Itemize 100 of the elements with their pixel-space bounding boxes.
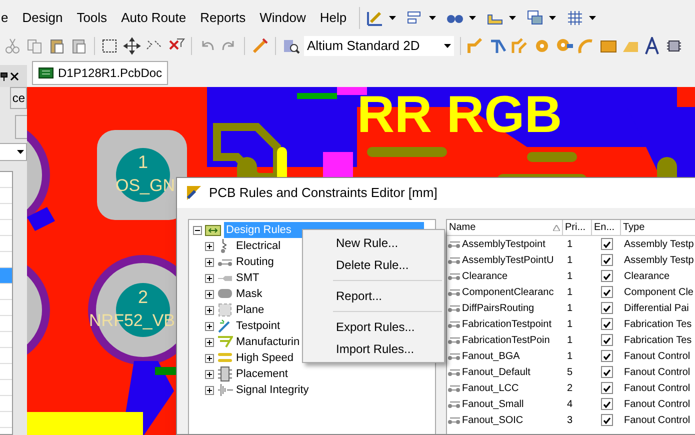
table-cell-text: 1 [566,238,574,252]
selection-rectangle-icon[interactable] [101,37,119,55]
check-icon [602,400,610,408]
table-cell-text: 1 [566,318,574,332]
checkbox[interactable] [600,366,612,378]
panel-dropdown[interactable] [0,143,27,162]
checkbox[interactable] [600,414,612,426]
checkbox[interactable] [600,254,612,266]
stripe-icon [217,334,233,350]
list-row[interactable] [0,268,12,284]
caret-icon[interactable] [508,16,516,20]
view-combobox[interactable]: Altium Standard 2D [304,36,454,56]
check-icon [602,368,610,376]
expand-icon[interactable] [205,338,214,346]
clipboard-icon[interactable] [70,37,88,55]
menu-item[interactable]: Help [320,8,347,28]
checkbox[interactable] [600,350,612,362]
table-cell-text: 5 [566,366,574,380]
menu-item[interactable]: Export Rules... [303,316,444,338]
tree-item[interactable]: SMT [236,270,260,286]
pcb-document-icon [38,67,54,79]
check-icon [602,288,610,296]
connector-icon [447,383,461,393]
expand-icon[interactable] [205,274,214,282]
panel-button[interactable]: ce [10,87,27,109]
move-icon[interactable] [123,37,141,55]
collapse-icon[interactable] [193,226,202,234]
menu-item[interactable]: Reports [200,8,246,28]
pin-icon[interactable] [0,72,8,80]
menu-item[interactable]: Report... [303,285,444,307]
column-header[interactable]: Pri... [563,220,592,235]
table-cell-text: Fanout Control [623,350,692,364]
expand-icon[interactable] [205,242,214,250]
column-header[interactable]: En... [592,220,621,235]
check-icon [602,320,610,328]
checkbox[interactable] [600,238,612,250]
caret-icon[interactable] [588,16,596,20]
checkbox[interactable] [600,398,612,410]
tree-item[interactable]: Manufacturin [236,334,300,350]
checkbox[interactable] [600,286,612,298]
caret-icon [444,44,451,48]
checkbox[interactable] [600,318,612,330]
checkbox[interactable] [600,302,612,314]
table-cell-text: 3 [566,414,574,428]
expand-icon[interactable] [205,386,214,394]
table-cell-text: Fanout Control [623,398,692,412]
menu-item[interactable]: Import Rules... [303,338,444,360]
expand-icon[interactable] [205,290,214,298]
table-cell-text: Component Cle [623,286,694,300]
tree-item[interactable]: Testpoint [236,318,280,334]
pencil-icon[interactable] [251,37,269,55]
caret-icon[interactable] [428,16,436,20]
tree-item[interactable]: Electrical [236,238,281,254]
checkbox[interactable] [600,382,612,394]
plane-icon [217,302,233,318]
checkbox[interactable] [600,334,612,346]
column-header[interactable]: Type [621,220,695,235]
connector-icon [447,351,461,361]
table-cell-text: AssemblyTestpoint [462,238,546,252]
expand-icon[interactable] [205,322,214,330]
menu-item[interactable]: Auto Route [121,8,186,28]
table-cell-text: Assembly Testp [623,238,695,252]
grid-icon[interactable] [566,8,584,26]
menu-item[interactable]: e [1,8,8,28]
caret-icon[interactable] [548,16,556,20]
caret-icon[interactable] [388,16,396,20]
expand-icon[interactable] [205,370,214,378]
pad-number: 1 [138,153,148,171]
tree-item[interactable]: Plane [236,302,264,318]
column-header[interactable]: Name [447,220,563,235]
tree-item[interactable]: Routing [236,254,274,270]
expand-icon[interactable] [205,258,214,266]
table-cell-text: Clearance [623,270,671,284]
panel-button[interactable] [15,115,28,139]
ruler-icon [185,184,203,202]
menu-item[interactable]: Delete Rule... [303,254,444,276]
menu-item[interactable]: New Rule... [303,232,444,254]
expand-icon[interactable] [205,306,214,314]
menu-item[interactable]: Tools [76,8,108,28]
menu-item[interactable]: Design [22,8,63,28]
table-cell-text: 1 [566,302,574,316]
connector-icon [447,287,461,297]
tree-item[interactable]: Placement [236,366,288,382]
caret-icon[interactable] [468,16,476,20]
tree-item[interactable]: High Speed [236,350,294,366]
table-cell-text: Fanout_BGA [462,350,520,364]
tree-item[interactable]: Mask [236,286,262,302]
tree-item[interactable]: Signal Integrity [236,382,309,398]
document-tab[interactable]: D1P128R1.PcbDoc [32,61,168,85]
checkbox[interactable] [600,270,612,282]
expand-icon[interactable] [205,354,214,362]
text-icon[interactable] [643,37,661,55]
menu-item[interactable]: Window [260,8,306,28]
clipboard-icon[interactable] [48,37,66,55]
close-icon[interactable] [10,72,19,80]
layers-icon[interactable] [526,8,544,26]
table-cell-text: 4 [566,398,574,412]
zoom-icon[interactable] [282,37,300,55]
route-branch-icon[interactable] [489,37,507,55]
check-icon [602,336,610,344]
